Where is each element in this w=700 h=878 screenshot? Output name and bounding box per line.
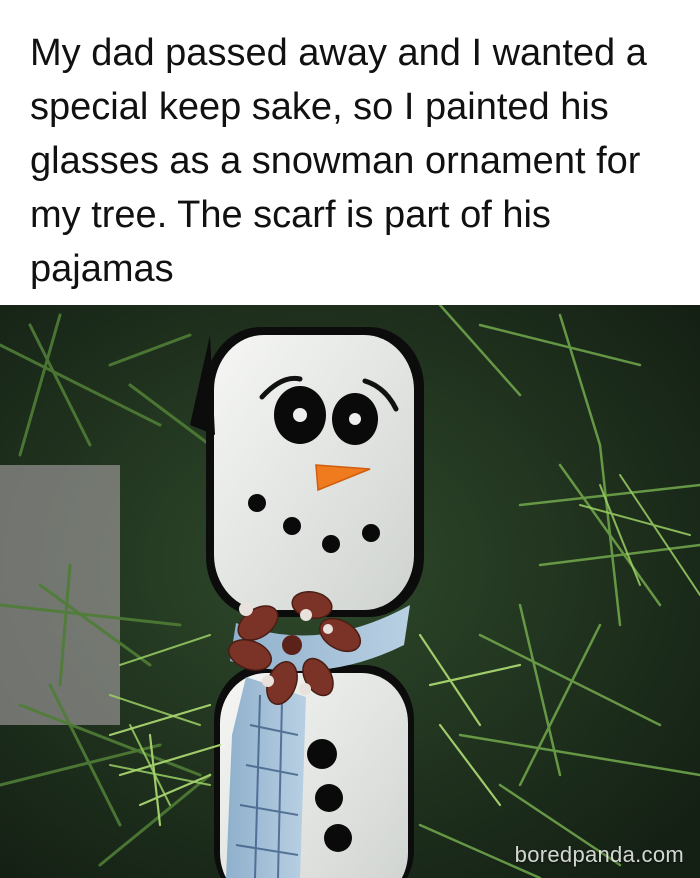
post-caption: My dad passed away and I wanted a specia… (30, 32, 647, 290)
boredpanda-watermark: boredpanda.com (514, 842, 684, 867)
post-photo: boredpanda.com (0, 305, 700, 878)
caption-area: My dad passed away and I wanted a specia… (0, 0, 700, 305)
left-eye (274, 386, 326, 444)
right-eye (332, 393, 378, 445)
snowman-head-lens (214, 335, 414, 610)
snowman-ornament-photo (0, 305, 700, 878)
